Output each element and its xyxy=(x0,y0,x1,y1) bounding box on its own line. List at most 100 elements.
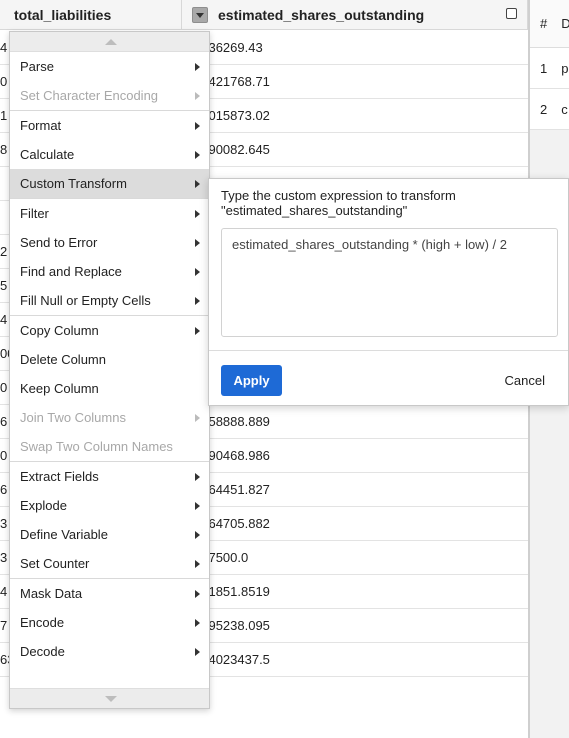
menu-item-send-to-error[interactable]: Send to Error xyxy=(10,228,209,257)
menu-item-label: Fill Null or Empty Cells xyxy=(20,293,151,308)
column-header-label: estimated_shares_outstanding xyxy=(218,6,425,23)
scroll-down-arrow-icon xyxy=(105,696,117,702)
cancel-button[interactable]: Cancel xyxy=(505,365,545,396)
submenu-arrow-icon xyxy=(195,151,200,159)
column-header-label: total_liabilities xyxy=(14,6,112,23)
column-header-estimated-shares-outstanding[interactable]: estimated_shares_outstanding xyxy=(182,0,528,30)
cell-estimated-shares-outstanding[interactable]: 951851.8519 xyxy=(182,575,528,609)
cell-estimated-shares-outstanding[interactable]: 33015873.02 xyxy=(182,99,528,133)
column-menu-dropdown-icon[interactable] xyxy=(192,6,208,23)
cell-estimated-shares-outstanding[interactable]: 6036269.43 xyxy=(182,31,528,65)
menu-item-define-variable[interactable]: Define Variable xyxy=(10,520,209,549)
submenu-arrow-icon xyxy=(195,414,200,422)
menu-item-label: Explode xyxy=(20,498,67,513)
side-panel-row[interactable]: 2 c xyxy=(530,89,569,130)
menu-item-swap-two-column-names: Swap Two Column Names xyxy=(10,432,209,461)
menu-item-label: Mask Data xyxy=(20,586,83,601)
side-header-letter: D xyxy=(561,16,569,31)
menu-item-label: Calculate xyxy=(20,147,75,162)
menu-item-label: Keep Column xyxy=(20,381,99,396)
menu-item-explode[interactable]: Explode xyxy=(10,491,209,520)
side-row-number: 1 xyxy=(540,60,548,76)
menu-item-set-counter[interactable]: Set Counter xyxy=(10,549,209,578)
cell-estimated-shares-outstanding[interactable]: 8290468.986 xyxy=(182,439,528,473)
menu-item-format[interactable]: Format xyxy=(10,111,209,140)
menu-item-label: Delete Column xyxy=(20,352,106,367)
submenu-arrow-icon xyxy=(195,268,200,276)
menu-item-label: Parse xyxy=(20,59,54,74)
menu-item-label: Set Counter xyxy=(20,556,90,571)
menu-item-parse[interactable]: Parse xyxy=(10,52,209,81)
menu-item-label: Extract Fields xyxy=(20,469,99,484)
menu-item-label: Define Variable xyxy=(20,527,108,542)
submenu-arrow-icon xyxy=(195,473,200,481)
menu-item-delete-column[interactable]: Delete Column xyxy=(10,345,209,374)
submenu-arrow-icon xyxy=(195,531,200,539)
side-row-number: 2 xyxy=(540,101,548,117)
submenu-arrow-icon xyxy=(195,122,200,130)
menu-group: Filter Send to Error Find and Replace Fill … xyxy=(10,199,209,316)
menu-item-fill-null-or-empty-cells[interactable]: Fill Null or Empty Cells xyxy=(10,286,209,315)
menu-item-decode[interactable]: Decode xyxy=(10,637,209,666)
menu-item-label: Copy Column xyxy=(20,323,99,338)
menu-item-label: Find and Replace xyxy=(20,264,122,279)
menu-group: Parse Set Character Encoding xyxy=(10,52,209,111)
column-context-menu: Parse Set Character Encoding Format Calcula… xyxy=(9,31,210,709)
menu-item-label: Send to Error xyxy=(20,235,98,250)
cell-estimated-shares-outstanding[interactable]: 1764705.882 xyxy=(182,507,528,541)
submenu-arrow-icon xyxy=(195,502,200,510)
submenu-arrow-icon xyxy=(195,590,200,598)
menu-group: Copy Column Delete Column Keep Column Join … xyxy=(10,316,209,462)
menu-item-label: Format xyxy=(20,118,62,133)
cell-estimated-shares-outstanding[interactable]: 8558888.889 xyxy=(182,405,528,439)
menu-item-label: Filter xyxy=(20,206,49,221)
menu-item-find-and-replace[interactable]: Find and Replace xyxy=(10,257,209,286)
side-header-hash: # xyxy=(540,16,548,31)
menu-group: Extract Fields Explode Define Variable Set … xyxy=(10,462,209,579)
menu-scroll-down-button[interactable] xyxy=(10,688,209,708)
side-panel-row[interactable]: 1 p xyxy=(530,48,569,89)
custom-transform-popover: Type the custom expression to transform … xyxy=(208,178,569,406)
menu-item-keep-column[interactable]: Keep Column xyxy=(10,374,209,403)
menu-item-custom-transform[interactable]: Custom Transform xyxy=(10,169,209,198)
cell-estimated-shares-outstanding[interactable]: 5595238.095 xyxy=(182,609,528,643)
menu-item-copy-column[interactable]: Copy Column xyxy=(10,316,209,345)
menu-item-label: Swap Two Column Names xyxy=(20,439,173,454)
menu-item-label: Encode xyxy=(20,615,65,630)
menu-item-extract-fields[interactable]: Extract Fields xyxy=(10,462,209,491)
apply-button[interactable]: Apply xyxy=(221,365,282,396)
menu-item-encode[interactable]: Encode xyxy=(10,608,209,637)
menu-item-filter[interactable]: Filter xyxy=(10,199,209,228)
side-row-letter: p xyxy=(561,60,569,76)
submenu-arrow-icon xyxy=(195,619,200,627)
scroll-up-arrow-icon xyxy=(105,39,117,45)
transform-expression-input[interactable]: estimated_shares_outstanding * (high + l… xyxy=(221,228,558,337)
column-select-checkbox[interactable] xyxy=(506,8,517,19)
submenu-arrow-icon xyxy=(195,648,200,656)
submenu-arrow-icon xyxy=(195,210,200,218)
cell-estimated-shares-outstanding[interactable]: 04421768.71 xyxy=(182,65,528,99)
menu-item-label: Join Two Columns xyxy=(20,410,126,425)
side-panel-header: # D xyxy=(530,0,569,48)
cell-estimated-shares-outstanding[interactable]: 187500.0 xyxy=(182,541,528,575)
menu-item-label: Decode xyxy=(20,644,65,659)
menu-item-set-character-encoding: Set Character Encoding xyxy=(10,81,209,110)
submenu-arrow-icon xyxy=(195,180,200,188)
menu-item-join-two-columns: Join Two Columns xyxy=(10,403,209,432)
menu-item-label: Custom Transform xyxy=(20,176,127,191)
cell-estimated-shares-outstanding[interactable]: 424023437.5 xyxy=(182,643,528,677)
menu-item-calculate[interactable]: Calculate xyxy=(10,140,209,169)
submenu-arrow-icon xyxy=(195,239,200,247)
menu-group: Format Calculate Custom Transform xyxy=(10,111,209,199)
transform-prompt: Type the custom expression to transform … xyxy=(221,188,456,218)
submenu-arrow-icon xyxy=(195,327,200,335)
menu-item-mask-data[interactable]: Mask Data xyxy=(10,579,209,608)
menu-scroll-up-button[interactable] xyxy=(10,32,209,52)
column-header-total-liabilities[interactable]: total_liabilities xyxy=(0,0,182,30)
popover-divider xyxy=(209,350,568,351)
submenu-arrow-icon xyxy=(195,63,200,71)
side-row-letter: c xyxy=(561,101,568,117)
cell-estimated-shares-outstanding[interactable]: 7190082.645 xyxy=(182,133,528,167)
menu-items: Parse Set Character Encoding Format Calcula… xyxy=(10,52,209,666)
cell-estimated-shares-outstanding[interactable]: 1264451.827 xyxy=(182,473,528,507)
